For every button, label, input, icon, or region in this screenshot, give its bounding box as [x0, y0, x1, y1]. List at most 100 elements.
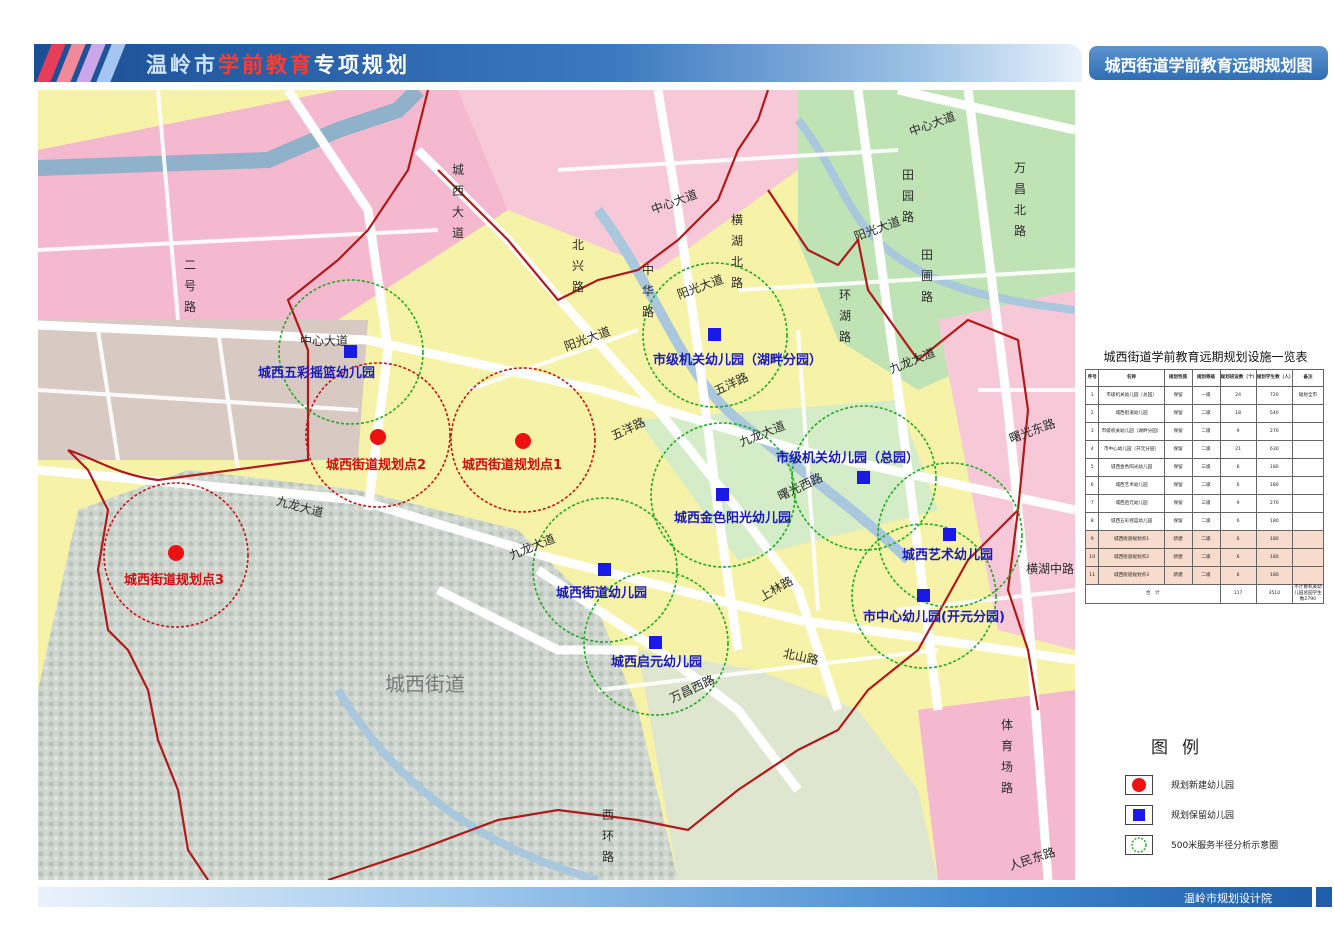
institute-name: 温岭市规划设计院	[1184, 892, 1272, 905]
table-cell: 9	[1084, 530, 1100, 549]
table-cell: 270	[1255, 494, 1293, 513]
table-cell: 保留	[1163, 440, 1193, 459]
table-cell: 180	[1255, 512, 1293, 531]
table-cell: 三级	[1191, 458, 1221, 477]
table-cell: 城西五彩摇篮幼儿园	[1098, 512, 1165, 531]
table-cell: 二级	[1191, 548, 1221, 567]
table-cell: 8	[1084, 512, 1100, 531]
table-cell: 2	[1084, 404, 1100, 423]
road-label-vertical: 二号路	[183, 258, 196, 314]
table-cell: 180	[1255, 458, 1293, 477]
table-cell: 6	[1219, 476, 1257, 495]
table-cell: 辐射全市	[1291, 386, 1325, 405]
table-cell: 9	[1219, 494, 1257, 513]
table-cell: 保留	[1163, 458, 1193, 477]
table-cell: 6	[1219, 512, 1257, 531]
table-cell	[1291, 548, 1325, 567]
table-cell: 二级	[1191, 512, 1221, 531]
table-cell: 市级机关幼儿园（湖畔分园）	[1098, 422, 1165, 441]
kindergarten-label[interactable]: 城西五彩摇篮幼儿园	[258, 362, 375, 381]
table-cell: 保留	[1163, 494, 1193, 513]
footer-box	[1316, 887, 1332, 907]
table-cell: 新建	[1163, 548, 1193, 567]
kindergarten-label[interactable]: 城西街道规划点2	[326, 454, 426, 473]
table-cell: 新建	[1163, 530, 1193, 549]
table-header: 规划学生数（人）	[1255, 369, 1293, 387]
planning-map[interactable]: 中心大道 中心大道 中心大道 阳光大道 阳光大道 阳光大道 九龙大道 九龙大道 …	[38, 90, 1075, 880]
table-cell: 城西启元幼儿园	[1098, 494, 1165, 513]
table-cell: 630	[1255, 440, 1293, 459]
kindergarten-label[interactable]: 城西街道规划点3	[124, 569, 224, 588]
table-total-row: 合 计 117 3510 不计算机关幼儿园总园学生数2790	[1085, 584, 1325, 604]
table-cell: 180	[1255, 566, 1293, 585]
table-cell	[1291, 566, 1325, 585]
plan-title: 温岭市学前教育专项规划	[146, 53, 410, 77]
table-cell: 270	[1255, 422, 1293, 441]
district-label: 城西街道	[385, 672, 465, 696]
table-cell: 保留	[1163, 386, 1193, 405]
table-cell: 6	[1219, 566, 1257, 585]
kindergarten-label[interactable]: 城西启元幼儿园	[611, 651, 702, 670]
table-row: 3 市级机关幼儿园（湖畔分园） 保留 二级 9 270	[1084, 422, 1325, 441]
road-label-vertical: 环湖路	[838, 288, 851, 344]
table-cell: 7	[1084, 494, 1100, 513]
table-cell	[1291, 476, 1325, 495]
table-cell: 18	[1219, 404, 1257, 423]
kindergarten-label[interactable]: 城西街道幼儿园	[556, 582, 647, 601]
kindergarten-label[interactable]: 市中心幼儿园(开元分园)	[863, 606, 1005, 625]
table-cell	[1291, 530, 1325, 549]
table-cell: 二级	[1191, 404, 1221, 423]
table-row: 4 市中心幼儿园（开元分园） 保留 二级 21 630	[1084, 440, 1325, 459]
table-cell: 二级	[1191, 566, 1221, 585]
table-cell: 新建	[1163, 566, 1193, 585]
table-cell: 3510	[1255, 584, 1293, 604]
table-cell: 保留	[1163, 476, 1193, 495]
legend-label: 500米服务半径分析示意圈	[1171, 841, 1279, 851]
table-cell: 城西街道规划点3	[1098, 566, 1165, 585]
table-cell: 城西金色阳光幼儿园	[1098, 458, 1165, 477]
table-cell: 二级	[1191, 476, 1221, 495]
red-circle-icon	[1125, 775, 1153, 795]
road-label: 横湖中路	[1026, 562, 1075, 576]
table-cell: 一级	[1191, 386, 1221, 405]
table-cell: 二级	[1191, 440, 1221, 459]
table-cell: 21	[1219, 440, 1257, 459]
sheet-title-box: 城西街道学前教育远期规划图	[1089, 46, 1328, 80]
sheet-title: 城西街道学前教育远期规划图	[1104, 56, 1313, 75]
road-label-vertical: 体育场路	[1000, 718, 1013, 795]
table-cell	[1291, 422, 1325, 441]
table-cell: 城西街道规划点2	[1098, 548, 1165, 567]
table-cell: 6	[1084, 476, 1100, 495]
map-canvas	[38, 90, 1075, 880]
table-cell: 10	[1084, 548, 1100, 567]
kindergarten-label[interactable]: 城西街道规划点1	[462, 454, 562, 473]
table-title: 城西街道学前教育远期规划设施一览表	[1103, 350, 1308, 364]
road-label-vertical: 西环路	[601, 808, 614, 864]
table-cell: 5	[1084, 458, 1100, 477]
road-label-vertical: 中华路	[641, 263, 654, 319]
kindergarten-label[interactable]: 市级机关幼儿园（湖畔分园）	[653, 349, 822, 368]
road-label-vertical: 万昌北路	[1013, 161, 1026, 238]
table-row: 8 城西五彩摇篮幼儿园 保留 二级 6 180	[1084, 512, 1325, 531]
table-cell: 3	[1084, 422, 1100, 441]
table-row: 1 市级机关幼儿园（总园） 保留 一级 24 720 辐射全市	[1084, 386, 1325, 405]
table-cell: 保留	[1163, 512, 1193, 531]
table-cell: 不计算机关幼儿园总园学生数2790	[1291, 584, 1325, 604]
table-cell: 720	[1255, 386, 1293, 405]
table-cell: 二级	[1191, 422, 1221, 441]
table-header: 序号	[1084, 369, 1100, 387]
footer-bar: 温岭市规划设计院	[38, 887, 1312, 907]
table-header: 规划性质	[1163, 369, 1193, 387]
table-header-row: 序号 名称 规划性质 规划等级 规划班设数（个） 规划学生数（人） 备注	[1084, 369, 1325, 387]
kindergarten-label[interactable]: 城西金色阳光幼儿园	[674, 507, 791, 526]
legend-label: 规划保留幼儿园	[1171, 811, 1235, 821]
table-cell	[1291, 404, 1325, 423]
table-cell: 1	[1084, 386, 1100, 405]
table-cell: 180	[1255, 548, 1293, 567]
kindergarten-label[interactable]: 市级机关幼儿园（总园）	[776, 447, 919, 466]
table-cell: 6	[1219, 530, 1257, 549]
side-panel: 城西街道学前教育远期规划设施一览表 序号 名称 规划性质 规划等级 规划班设数（…	[1083, 90, 1328, 880]
table-cell: 市级机关幼儿园（总园）	[1098, 386, 1165, 405]
table-cell: 11	[1084, 566, 1100, 585]
kindergarten-label[interactable]: 城西艺术幼儿园	[902, 544, 993, 563]
